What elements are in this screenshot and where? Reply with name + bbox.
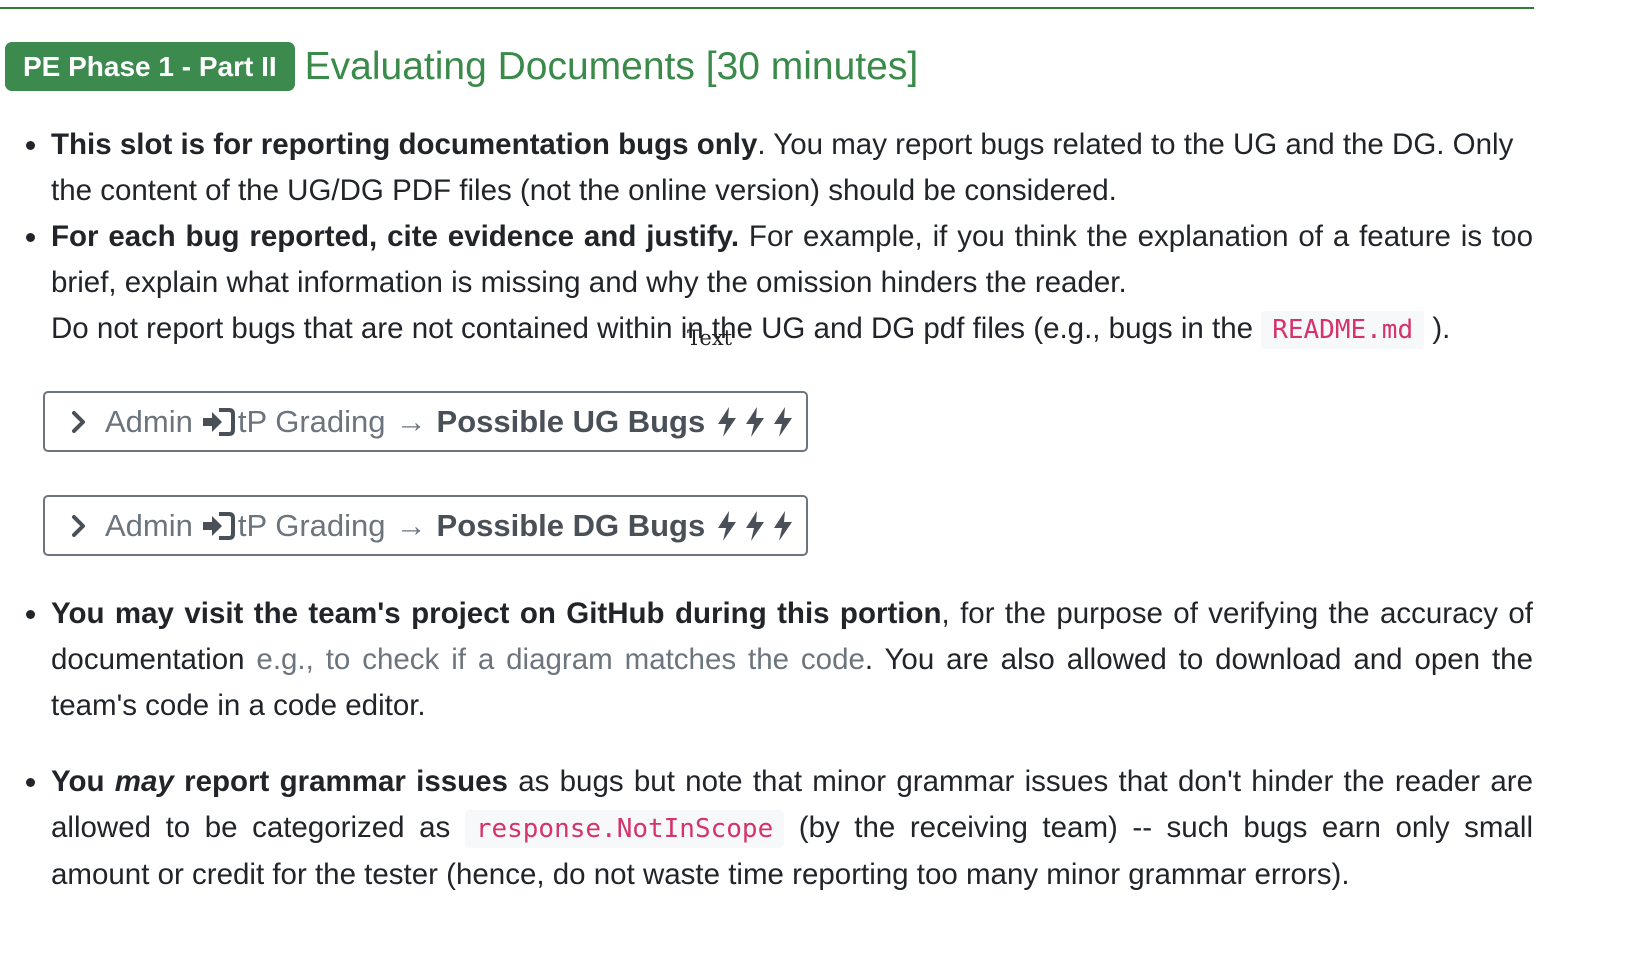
bullet-icon xyxy=(26,778,35,787)
bold-text: You xyxy=(51,765,115,798)
top-divider xyxy=(0,7,1534,9)
section-title: Evaluating Documents [30 minutes] xyxy=(304,44,919,88)
lightning-icon xyxy=(746,406,765,437)
item-text: Do not report bugs that are not containe… xyxy=(51,312,1254,345)
lightning-icons xyxy=(715,510,795,542)
bugs-label: Possible UG Bugs xyxy=(436,403,706,439)
bold-text: You may visit the team's project on GitH… xyxy=(51,597,942,630)
lightning-icon xyxy=(774,406,793,437)
list-item: You may report grammar issues as bugs bu… xyxy=(26,759,1533,898)
arrow-right-icon: → xyxy=(395,507,427,543)
lightning-icons xyxy=(715,406,795,438)
section-heading: PE Phase 1 - Part II Evaluating Document… xyxy=(5,42,918,91)
muted-text: e.g., to check if a diagram matches the … xyxy=(256,643,865,676)
item-text: ). xyxy=(1432,312,1451,345)
sign-in-icon xyxy=(201,407,235,437)
chevron-right-icon xyxy=(71,514,93,537)
possible-dg-bugs-panel[interactable]: Admin tP Grading → Possible DG Bugs xyxy=(43,495,808,556)
arrow-right-icon: → xyxy=(395,403,427,439)
bold-text: For each bug reported, cite evidence and… xyxy=(51,220,740,253)
sign-in-icon xyxy=(201,511,235,541)
phase-badge: PE Phase 1 - Part II xyxy=(5,42,295,91)
chevron-right-icon xyxy=(71,410,93,433)
bold-text: This slot is for reporting documentation… xyxy=(51,128,758,161)
overlay-text: Text xyxy=(687,326,733,350)
list-item: You may visit the team's project on GitH… xyxy=(26,591,1533,729)
bullet-icon xyxy=(26,233,35,242)
bold-text: report grammar issues xyxy=(173,765,508,798)
lightning-icon xyxy=(774,510,793,541)
bullet-icon xyxy=(26,610,35,619)
possible-ug-bugs-panel[interactable]: Admin tP Grading → Possible UG Bugs xyxy=(43,391,808,452)
lightning-icon xyxy=(746,510,765,541)
bullet-icon xyxy=(26,141,35,150)
inline-code: response.NotInScope xyxy=(464,810,785,848)
lightning-icon xyxy=(718,510,737,541)
inline-code: README.md xyxy=(1261,311,1425,349)
lightning-icon xyxy=(718,406,737,437)
admin-label: Admin xyxy=(105,507,193,543)
bold-italic-text: may xyxy=(114,765,174,798)
section-label: tP Grading xyxy=(237,507,386,543)
bugs-label: Possible DG Bugs xyxy=(436,507,706,543)
list-item: This slot is for reporting documentation… xyxy=(26,122,1533,214)
admin-label: Admin xyxy=(105,403,193,439)
section-label: tP Grading xyxy=(237,403,386,439)
list-item: For each bug reported, cite evidence and… xyxy=(26,214,1533,353)
